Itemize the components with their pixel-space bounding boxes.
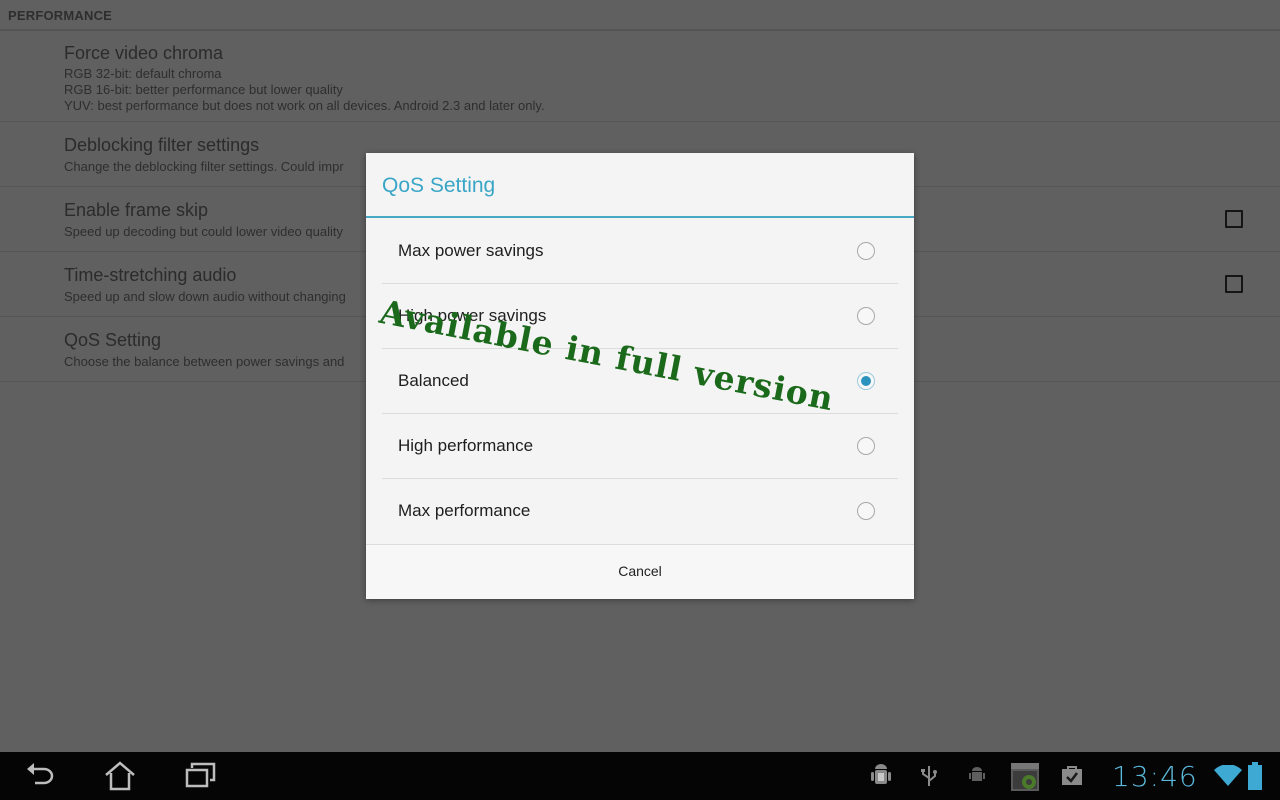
pref-title: Enable frame skip	[64, 200, 209, 220]
radio-button[interactable]	[857, 242, 875, 260]
dialog-title: QoS Setting	[382, 174, 496, 197]
android-notification-icon[interactable]	[968, 764, 986, 791]
dialog-title-divider	[366, 216, 914, 218]
usb-icon[interactable]	[920, 764, 938, 793]
shopping-bag-check-icon[interactable]	[1061, 764, 1083, 791]
dialog-footer: Cancel	[366, 544, 914, 599]
radio-button-selected[interactable]	[857, 372, 875, 390]
category-header: PERFORMANCE	[0, 0, 1280, 31]
pref-title: Force video chroma	[64, 43, 224, 63]
wifi-icon[interactable]	[1214, 764, 1242, 792]
pref-title: Time-stretching audio	[64, 265, 237, 285]
back-icon[interactable]	[22, 760, 62, 792]
android-debug-icon[interactable]	[870, 764, 892, 793]
pref-force-video-chroma[interactable]: Force video chroma RGB 32-bit: default c…	[0, 31, 1280, 122]
home-icon[interactable]	[100, 760, 140, 792]
radio-button[interactable]	[857, 437, 875, 455]
pref-summary: Speed up decoding but could lower video …	[64, 224, 343, 239]
cancel-button[interactable]: Cancel	[366, 545, 914, 599]
radio-button[interactable]	[857, 307, 875, 325]
option-label: High performance	[398, 436, 534, 455]
screenshot-app-icon[interactable]	[1011, 763, 1039, 796]
pref-summary: Speed up and slow down audio without cha…	[64, 289, 346, 304]
frame-skip-checkbox[interactable]	[1225, 210, 1243, 228]
option-label: Max power savings	[398, 241, 544, 260]
option-label: Max performance	[398, 501, 531, 520]
recent-apps-icon[interactable]	[182, 760, 222, 792]
pref-summary: Choose the balance between power savings…	[64, 354, 345, 369]
pref-summary: RGB 32-bit: default chroma RGB 16-bit: b…	[64, 66, 545, 113]
option-max-performance[interactable]: Max performance	[382, 479, 898, 544]
time-stretching-checkbox[interactable]	[1225, 275, 1243, 293]
radio-button[interactable]	[857, 502, 875, 520]
pref-summary: Change the deblocking filter settings. C…	[64, 159, 344, 174]
clock[interactable]: 13:46	[1112, 760, 1198, 793]
option-label: Balanced	[398, 371, 469, 390]
option-max-power-savings[interactable]: Max power savings	[382, 219, 898, 284]
pref-title: Deblocking filter settings	[64, 135, 260, 155]
battery-icon[interactable]	[1248, 762, 1262, 795]
pref-title: QoS Setting	[64, 330, 162, 350]
option-high-performance[interactable]: High performance	[382, 414, 898, 479]
navigation-bar: 13:46	[0, 752, 1280, 800]
category-title: PERFORMANCE	[8, 8, 113, 23]
